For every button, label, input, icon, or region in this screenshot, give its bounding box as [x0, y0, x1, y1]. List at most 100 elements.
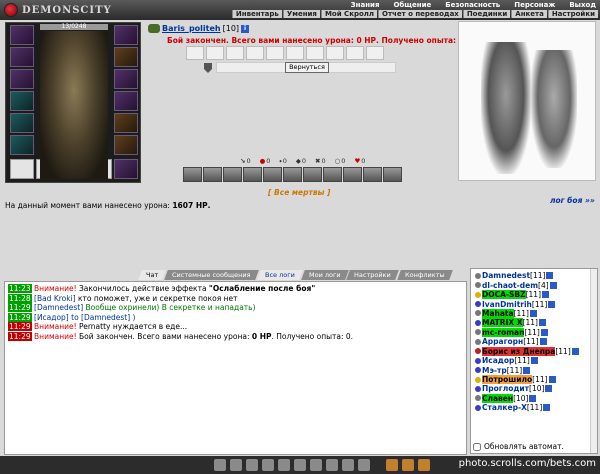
spell-slot[interactable] [266, 46, 284, 60]
bracer-slot[interactable] [114, 47, 138, 67]
ability-icon[interactable] [283, 167, 302, 182]
ability-icon[interactable] [243, 167, 262, 182]
tab-conflicts[interactable]: Конфликты [397, 270, 453, 280]
spell-slot[interactable] [326, 46, 344, 60]
battle-result: Бой закончен. Всего вами нанесено урона:… [167, 36, 467, 45]
info-icon [571, 347, 579, 355]
online-user[interactable]: Mahata [11] [475, 308, 596, 318]
amulet-slot[interactable] [10, 47, 34, 67]
player-name[interactable]: Baris_politeh [162, 24, 221, 33]
online-scrollbar[interactable] [590, 269, 597, 453]
info-icon [543, 404, 551, 412]
tool-icon[interactable] [358, 459, 370, 471]
ring-slot-2[interactable] [114, 91, 138, 111]
online-user[interactable]: dl-chaot-dem [4] [475, 280, 596, 290]
ability-icon[interactable] [343, 167, 362, 182]
online-user[interactable]: Потрошило [11] [475, 375, 596, 385]
tool-icon[interactable] [214, 459, 226, 471]
online-user[interactable]: Проглодит [10] [475, 384, 596, 393]
nav-inventory[interactable]: Инвентарь [231, 10, 282, 18]
tool-icon[interactable] [262, 459, 274, 471]
tab-my-logs[interactable]: Мои логи [300, 270, 349, 280]
nav-knowledge[interactable]: Знания [351, 1, 380, 9]
nav-my-scroll[interactable]: Мой Скролл [320, 10, 378, 18]
race-icon [475, 404, 481, 411]
chat-line: 11:29 [Damnedest] Вообще охринели) В сек… [8, 303, 256, 313]
tool-icon[interactable] [246, 459, 258, 471]
auto-update-checkbox[interactable] [473, 442, 481, 451]
tab-all-logs[interactable]: Все логи [256, 270, 303, 280]
online-user[interactable]: Damnedest [11] [475, 271, 596, 280]
tool-icon[interactable] [278, 459, 290, 471]
online-user[interactable]: DOCA-SBZ [11] [475, 290, 596, 300]
online-list: Damnedest [11] dl-chaot-dem [4] DOCA-SBZ [1… [470, 268, 598, 454]
spell-slot[interactable] [286, 46, 304, 60]
armor-slot[interactable] [10, 91, 34, 111]
return-button[interactable]: Вернуться [285, 62, 329, 73]
chat-line: 11:29 Внимание! Pernatty нуждается в еде… [8, 322, 188, 332]
tab-chat[interactable]: Чат [138, 270, 167, 280]
battle-log-link[interactable]: лог боя »» [550, 196, 595, 205]
player-line: Baris_politeh [10] i [148, 24, 250, 33]
auto-update: Обновлять автомат. [473, 442, 564, 451]
lock-icon[interactable] [386, 459, 398, 471]
tool-icon[interactable] [342, 459, 354, 471]
spell-slot[interactable] [346, 46, 364, 60]
nav-settings[interactable]: Настройки [547, 10, 598, 18]
tool-icon[interactable] [230, 459, 242, 471]
tab-system[interactable]: Системные сообщения [164, 270, 259, 280]
shield-slot[interactable] [114, 159, 138, 179]
online-user[interactable]: Аррагорн [11] [475, 337, 596, 346]
ability-icon[interactable] [383, 167, 402, 182]
spell-slot[interactable] [226, 46, 244, 60]
tab-settings[interactable]: Настройки [346, 270, 399, 280]
online-user[interactable]: Борис из Днепра [11] [475, 346, 596, 356]
info-icon[interactable]: i [241, 24, 250, 33]
online-user[interactable]: MATRIX X [11] [475, 318, 596, 328]
nav-communication[interactable]: Общение [393, 1, 431, 9]
ability-icon[interactable] [323, 167, 342, 182]
nav-character[interactable]: Персонаж [514, 1, 555, 9]
tool-icon[interactable] [310, 459, 322, 471]
nav-duels[interactable]: Поединки [462, 10, 511, 18]
spell-slot[interactable] [306, 46, 324, 60]
spell-slot[interactable] [246, 46, 264, 60]
belt-slot[interactable] [10, 113, 34, 133]
spell-slot[interactable] [186, 46, 204, 60]
online-user[interactable]: mc-roman [11] [475, 327, 596, 337]
online-user[interactable]: Мэ-тр [11] [475, 365, 596, 375]
earring-slot[interactable] [114, 25, 138, 45]
damage-value: 1607 НР. [172, 201, 211, 210]
helmet-slot[interactable] [10, 25, 34, 45]
bag-icon[interactable] [402, 459, 414, 471]
boots-slot[interactable] [114, 135, 138, 155]
ability-icons [183, 167, 402, 182]
nav-skills[interactable]: Умения [282, 10, 320, 18]
online-user[interactable]: Исадор [11] [475, 356, 596, 365]
ability-icon[interactable] [223, 167, 242, 182]
ring-slot-1[interactable] [114, 69, 138, 89]
chat-line: 11:28 [Bad Kroki] кто поможет, уже и сек… [8, 293, 238, 303]
tool-icon[interactable] [326, 459, 338, 471]
ability-icon[interactable] [203, 167, 222, 182]
online-user[interactable]: Сталкер-X [11] [475, 403, 596, 412]
online-user[interactable]: Славен [10] [475, 393, 596, 403]
nav-exit[interactable]: Выход [569, 1, 596, 9]
nav-transfers[interactable]: Отчет о переводах [378, 10, 462, 18]
spell-slot[interactable] [206, 46, 224, 60]
pouch-icon[interactable] [418, 459, 430, 471]
ability-icon[interactable] [263, 167, 282, 182]
info-icon [529, 309, 537, 317]
rune-slot-1[interactable] [10, 159, 34, 179]
tool-icon[interactable] [294, 459, 306, 471]
ability-icon[interactable] [363, 167, 382, 182]
nav-security[interactable]: Безопасность [445, 1, 500, 9]
pants-slot[interactable] [114, 113, 138, 133]
ability-icon[interactable] [183, 167, 202, 182]
spell-slot[interactable] [366, 46, 384, 60]
gloves-slot[interactable] [10, 135, 34, 155]
weapon-slot[interactable] [10, 69, 34, 89]
nav-profile[interactable]: Анкета [511, 10, 547, 18]
online-user[interactable]: IvanDmitrih [11] [475, 299, 596, 309]
ability-icon[interactable] [303, 167, 322, 182]
